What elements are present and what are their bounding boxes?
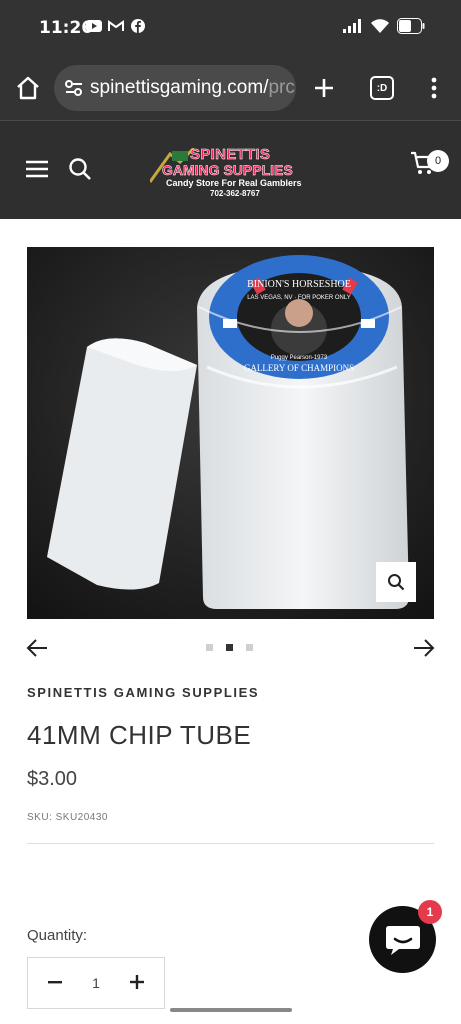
carousel-dot[interactable] (246, 644, 253, 651)
home-indicator[interactable] (170, 1008, 292, 1012)
quantity-input[interactable]: 1 (84, 975, 108, 991)
plus-icon (130, 975, 144, 989)
product-sku: SKU: SKU20430 (27, 812, 108, 823)
logo-line-2: GAMING SUPPLIES (162, 162, 293, 179)
new-tab-icon[interactable] (310, 74, 338, 102)
logo-line-1: SPINETTIS (190, 146, 271, 164)
tab-switcher-button[interactable]: :D (370, 76, 394, 100)
product-price: $3.00 (27, 768, 78, 790)
chat-unread-badge: 1 (418, 900, 442, 924)
facebook-icon (130, 19, 146, 33)
chip-text-name: Puggy Pearson-1973 (271, 355, 328, 361)
quantity-stepper: 1 (27, 957, 165, 1009)
carousel-dots (206, 644, 253, 651)
product-image[interactable]: BINION'S HORSESHOE LAS VEGAS, NV · FOR P… (27, 247, 434, 619)
minus-icon (48, 981, 62, 984)
cart-count-badge: 0 (427, 150, 449, 172)
logo-tagline: Candy Store For Real Gamblers (166, 178, 302, 188)
more-menu-icon[interactable] (424, 74, 444, 102)
wifi-icon (371, 19, 389, 38)
chip-tube-photo: BINION'S HORSESHOE LAS VEGAS, NV · FOR P… (27, 247, 434, 619)
status-bar: 11:26 (0, 0, 461, 56)
next-image-arrow-icon[interactable] (413, 638, 435, 658)
site-header: SPINETTIS GAMING SUPPLIES Candy Store Fo… (0, 121, 461, 219)
divider (27, 843, 434, 844)
quantity-label: Quantity: (27, 927, 88, 944)
logo-phone: 702-362-8767 (210, 189, 260, 198)
gmail-icon (108, 19, 124, 33)
chat-bubble-icon (385, 925, 420, 955)
notification-icons (86, 19, 146, 33)
home-icon[interactable] (14, 74, 42, 102)
product-title: 41MM CHIP TUBE (27, 720, 252, 750)
prev-image-arrow-icon[interactable] (26, 638, 48, 658)
address-bar[interactable]: spinettisgaming.com/prc (54, 65, 296, 111)
site-logo[interactable]: SPINETTIS GAMING SUPPLIES Candy Store Fo… (150, 146, 310, 200)
chip-text-bottom: GALLERY OF CHAMPIONS (244, 363, 354, 373)
battery-icon (397, 18, 425, 39)
menu-icon[interactable] (26, 159, 48, 179)
site-settings-icon[interactable] (64, 78, 84, 103)
carousel-dot[interactable] (206, 644, 213, 651)
youtube-icon (86, 19, 102, 33)
zoom-button[interactable] (376, 562, 416, 602)
search-icon[interactable] (68, 157, 92, 181)
url-text: spinettisgaming.com/prc (90, 77, 295, 98)
quantity-increase-button[interactable] (126, 971, 148, 993)
zoom-icon (388, 574, 405, 591)
quantity-decrease-button[interactable] (44, 971, 66, 993)
signal-icon (343, 19, 363, 38)
browser-toolbar: spinettisgaming.com/prc :D (0, 56, 461, 121)
chip-text-top: BINION'S HORSESHOE (247, 279, 351, 290)
chip-text-sub: LAS VEGAS, NV · FOR POKER ONLY (247, 295, 351, 301)
system-icons (343, 18, 425, 39)
status-time: 11:26 (39, 18, 94, 38)
carousel-dot-active[interactable] (226, 644, 233, 651)
product-vendor[interactable]: SPINETTIS GAMING SUPPLIES (27, 685, 259, 700)
